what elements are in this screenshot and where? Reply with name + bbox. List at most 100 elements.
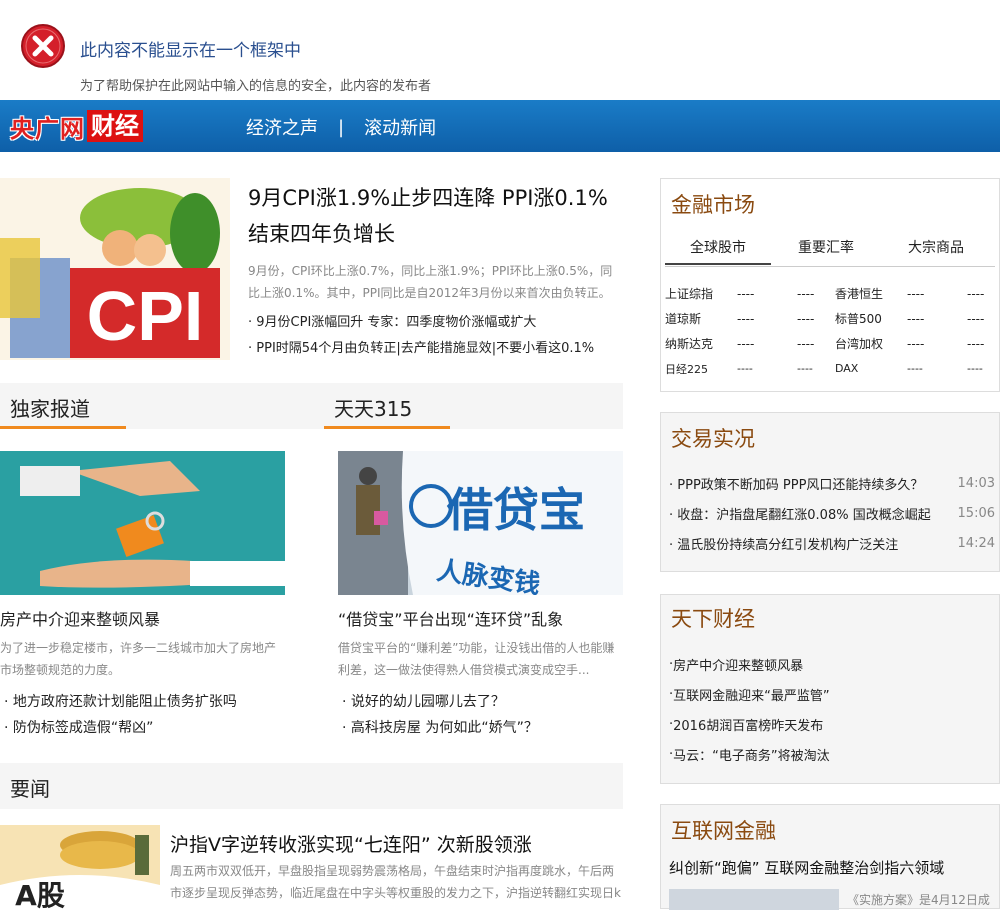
market-change: ---- [967, 362, 983, 375]
market-index-name[interactable]: 香港恒生 [835, 285, 907, 302]
trade-box: 交易实况 PPP政策不断加码 PPP风口还能持续多久？ 14:03 收盘：沪指盘… [660, 412, 1000, 572]
trade-item[interactable]: 收盘：沪指盘尾翻红涨0.08% 国改概念崛起 15:06 [669, 498, 995, 528]
trade-item[interactable]: PPP政策不断加码 PPP风口还能持续多久？ 14:03 [669, 468, 995, 498]
news-story-image[interactable]: A股 [0, 825, 160, 909]
market-change: ---- [797, 286, 815, 301]
section-tab-news[interactable]: 要闻 [10, 773, 50, 802]
trade-item-text[interactable]: 收盘：沪指盘尾翻红涨0.08% 国改概念崛起 [669, 504, 930, 523]
finance-item-link[interactable]: 2016胡润百富榜昨天发布 [669, 709, 995, 739]
market-change: ---- [967, 286, 985, 301]
market-change: ---- [967, 311, 985, 326]
lead-story-title[interactable]: 9月CPI涨1.9%止步四连降 PPI涨0.1%结束四年负增长 [248, 180, 628, 252]
market-index-name[interactable]: DAX [835, 362, 907, 375]
daily315-story-summary: 借贷宝平台的“赚利差”功能，让没钱出借的人也能赚利差，这一做法使得熟人借贷模式演… [338, 641, 615, 677]
daily315-bullet-link[interactable]: 高科技房屋 为何如此“娇气”？ [342, 715, 632, 741]
trade-item-time: 14:24 [957, 535, 995, 551]
nav-separator: | [338, 116, 345, 138]
finance-title: 天下财经 [671, 607, 755, 631]
market-index-name[interactable]: 上证综指 [665, 285, 737, 302]
trade-item-text[interactable]: 温氏股份持续高分红引发机构广泛关注 [669, 534, 898, 553]
exclusive-bullet-link[interactable]: 地方政府还款计划能阻止债务扩张吗 [4, 689, 304, 715]
section-tab-315[interactable]: 天天315 [334, 393, 412, 422]
tab-exchange-rates[interactable]: 重要汇率 [771, 237, 881, 265]
nav-link-economy-voice[interactable]: 经济之声 [246, 114, 318, 140]
internet-finance-box: 互联网金融 纠创新“跑偏” 互联网金融整治剑指六领域 《实施方案》是4月12日成 [660, 804, 1000, 910]
market-value: ---- [907, 336, 925, 351]
error-message: 为了帮助保护在此网站中输入的信息的安全，此内容的发布者 [80, 79, 432, 94]
lead-story-image[interactable]: CPI [0, 178, 230, 360]
market-title: 金融市场 [671, 193, 755, 217]
market-value: ---- [737, 336, 755, 351]
logo-cnr-text: 央广网 [10, 114, 85, 143]
nav-link-rolling-news[interactable]: 滚动新闻 [364, 114, 436, 140]
market-table: 上证综指 ---- ---- 香港恒生 ---- ---- 道琼斯 ---- -… [665, 281, 1000, 381]
trade-list: PPP政策不断加码 PPP风口还能持续多久？ 14:03 收盘：沪指盘尾翻红涨0… [669, 468, 995, 558]
market-value: ---- [737, 311, 755, 326]
market-divider [665, 266, 995, 267]
section-tab-underline [324, 426, 450, 429]
section-tab-exclusive[interactable]: 独家报道 [10, 393, 90, 422]
exclusive-bullet-link[interactable]: 防伪标签成造假“帮凶” [4, 715, 304, 741]
section-header-exclusive-315: 独家报道 天天315 [0, 383, 623, 429]
market-row: 上证综指 ---- ---- 香港恒生 ---- ---- [665, 281, 1000, 306]
market-index-name[interactable]: 台湾加权 [835, 335, 907, 352]
market-change: ---- [797, 336, 815, 351]
internet-finance-summary: 《实施方案》是4月12日成 [847, 893, 990, 907]
market-tabs: 全球股市 重要汇率 大宗商品 [661, 237, 1000, 265]
exclusive-story-image[interactable] [0, 451, 285, 595]
a-share-text: A股 [15, 879, 65, 909]
market-index-name[interactable]: 标普500 [835, 310, 907, 327]
daily315-story-title[interactable]: “借贷宝”平台出现“连环贷”乱象 [338, 606, 563, 630]
daily315-bullet-link[interactable]: 说好的幼儿园哪儿去了？ [342, 689, 632, 715]
internet-finance-thumb[interactable] [669, 889, 839, 910]
lead-bullet-link[interactable]: PPI时隔54个月由负转正|去产能措施显效|不要小看这0.1% [248, 336, 628, 362]
market-index-name[interactable]: 道琼斯 [665, 310, 737, 327]
finance-item-link[interactable]: 房产中介迎来整顿风暴 [669, 649, 995, 679]
market-row: 道琼斯 ---- ---- 标普500 ---- ---- [665, 306, 1000, 331]
trade-item-text[interactable]: PPP政策不断加码 PPP风口还能持续多久？ [669, 474, 923, 493]
finance-list: 房产中介迎来整顿风暴 互联网金融迎来“最严监管” 2016胡润百富榜昨天发布 马… [669, 649, 995, 769]
cpi-image-text: CPI [87, 277, 204, 355]
market-value: ---- [907, 286, 925, 301]
daily315-story-image[interactable]: 借贷宝 人脉变钱 [338, 451, 623, 595]
jiedaibao-photo: 借贷宝 人脉变钱 [338, 451, 623, 595]
trade-item[interactable]: 温氏股份持续高分红引发机构广泛关注 14:24 [669, 528, 995, 558]
market-box: 金融市场 全球股市 重要汇率 大宗商品 上证综指 ---- ---- 香港恒生 … [660, 178, 1000, 392]
finance-item-link[interactable]: 马云：“电子商务”将被淘汰 [669, 739, 995, 769]
tab-global-stocks[interactable]: 全球股市 [665, 237, 771, 265]
market-change: ---- [967, 336, 985, 351]
market-change: ---- [797, 311, 815, 326]
internet-finance-title: 互联网金融 [671, 819, 776, 843]
market-value: ---- [907, 311, 925, 326]
top-navbar: 央广网 财经 经济之声 | 滚动新闻 [0, 100, 1000, 152]
lead-bullet-link[interactable]: 9月份CPI涨幅回升 专家：四季度物价涨幅或扩大 [248, 310, 628, 336]
error-title: 此内容不能显示在一个框架中 [80, 41, 301, 61]
exclusive-story-title[interactable]: 房产中介迎来整顿风暴 [0, 606, 160, 630]
trade-item-time: 14:03 [957, 475, 995, 491]
finance-box: 天下财经 房产中介迎来整顿风暴 互联网金融迎来“最严监管” 2016胡润百富榜昨… [660, 594, 1000, 784]
market-value: ---- [907, 362, 923, 375]
exclusive-story-summary: 为了进一步稳定楼市，许多一二线城市加大了房地产市场整顿规范的力度。 [0, 641, 277, 677]
finance-item-link[interactable]: 互联网金融迎来“最严监管” [669, 679, 995, 709]
tab-commodities[interactable]: 大宗商品 [881, 237, 991, 265]
daily315-story-bullets: 说好的幼儿园哪儿去了？ 高科技房屋 为何如此“娇气”？ [342, 689, 632, 741]
trade-item-time: 15:06 [957, 505, 995, 521]
market-change: ---- [797, 362, 813, 375]
section-tab-underline [0, 426, 126, 429]
cpi-illustration: CPI [0, 178, 230, 360]
nav-links: 经济之声 | 滚动新闻 [246, 114, 436, 140]
lead-story-bullets: 9月份CPI涨幅回升 专家：四季度物价涨幅或扩大 PPI时隔54个月由负转正|去… [248, 310, 628, 362]
news-story-title[interactable]: 沪指V字逆转收涨实现“七连阳” 次新股领涨 [170, 830, 532, 857]
internet-finance-headline[interactable]: 纠创新“跑偏” 互联网金融整治剑指六领域 [669, 857, 944, 878]
site-logo[interactable]: 央广网 财经 [10, 109, 143, 143]
error-x-icon [21, 24, 65, 68]
market-index-name[interactable]: 纳斯达克 [665, 335, 737, 352]
market-index-name[interactable]: 日经225 [665, 361, 737, 377]
logo-finance-text: 财经 [87, 110, 143, 142]
jiedaibao-text: 借贷宝 [446, 483, 585, 537]
a-share-illustration: A股 [0, 825, 160, 909]
hand-key-illustration [0, 451, 285, 595]
section-header-news: 要闻 [0, 763, 623, 809]
news-story-summary: 周五两市双双低开，早盘股指呈现弱势震荡格局，午盘结束时沪指再度跳水，午后两市逐步… [170, 864, 621, 900]
market-row: 日经225 ---- ---- DAX ---- ---- [665, 356, 1000, 381]
